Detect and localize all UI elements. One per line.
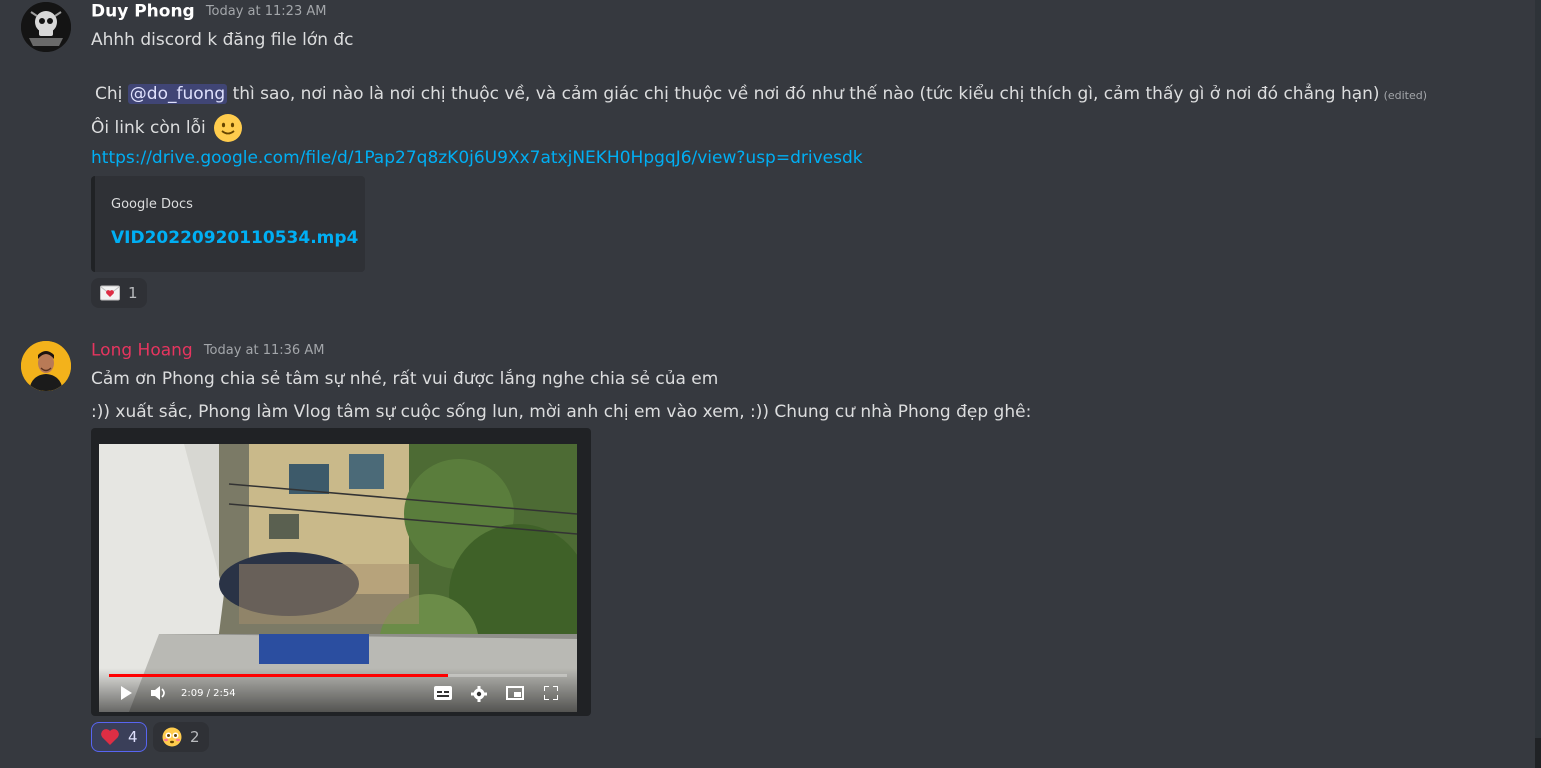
skull-avatar-icon xyxy=(21,2,71,52)
settings-gear-icon[interactable] xyxy=(471,686,487,702)
flushed-face-icon xyxy=(162,727,182,747)
reaction-heart[interactable]: 4 xyxy=(91,722,147,752)
username[interactable]: Duy Phong xyxy=(91,2,195,22)
chat-window: Duy Phong Today at 11:23 AM Ahhh discord… xyxy=(0,0,1541,768)
heart-icon xyxy=(101,729,119,745)
miniplayer-icon[interactable] xyxy=(506,686,524,700)
message-text: Ôi link còn lỗi xyxy=(91,113,243,143)
video-time: 2:09 / 2:54 xyxy=(181,688,236,699)
volume-icon[interactable] xyxy=(151,686,167,700)
video-controls: 2:09 / 2:54 xyxy=(99,668,577,712)
embed-title[interactable]: VID20220920110534.mp4 xyxy=(111,228,358,248)
link-embed: Google Docs VID20220920110534.mp4 xyxy=(91,176,365,272)
message-text: :)) xuất sắc, Phong làm Vlog tâm sự cuộc… xyxy=(91,402,1032,422)
scrollbar-thumb[interactable] xyxy=(1535,738,1541,768)
scrollbar[interactable] xyxy=(1535,0,1541,768)
video-progress-fill xyxy=(109,674,448,677)
user-mention[interactable]: @do_fuong xyxy=(127,84,228,104)
username[interactable]: Long Hoang xyxy=(91,341,193,361)
fullscreen-icon[interactable] xyxy=(544,686,558,700)
reaction-count: 4 xyxy=(128,728,138,746)
message-text-segment: thì sao, nơi nào là nơi chị thuộc về, và… xyxy=(227,84,1380,104)
play-icon[interactable] xyxy=(119,686,133,700)
love-letter-icon xyxy=(100,285,120,301)
video-player[interactable]: 2:09 / 2:54 xyxy=(91,428,591,716)
message-text: Cảm ơn Phong chia sẻ tâm sự nhé, rất vui… xyxy=(91,369,719,389)
video-frame[interactable]: 2:09 / 2:54 xyxy=(99,444,577,712)
reaction-count: 1 xyxy=(128,284,138,302)
avatar[interactable] xyxy=(21,341,71,391)
avatar[interactable] xyxy=(21,2,71,52)
timestamp: Today at 11:36 AM xyxy=(203,343,325,358)
subtitles-icon[interactable] xyxy=(434,686,452,700)
message-text-segment: Ôi link còn lỗi xyxy=(91,118,206,138)
message-long-hoang: Long Hoang Today at 11:36 AM Cảm ơn Phon… xyxy=(0,330,1530,760)
video-progress-bar[interactable] xyxy=(109,674,567,677)
message-duy-phong: Duy Phong Today at 11:23 AM Ahhh discord… xyxy=(0,0,1530,310)
slightly-smiling-face-icon[interactable] xyxy=(214,114,243,142)
timestamp: Today at 11:23 AM xyxy=(205,4,327,19)
message-text: Ahhh discord k đăng file lớn đc xyxy=(91,30,354,50)
drive-link[interactable]: https://drive.google.com/file/d/1Pap27q8… xyxy=(91,146,863,170)
reaction-count: 2 xyxy=(190,728,200,746)
reaction-flushed-face[interactable]: 2 xyxy=(153,722,209,752)
message-text: Chị @do_fuong thì sao, nơi nào là nơi ch… xyxy=(95,82,1427,108)
reaction-love-letter[interactable]: 1 xyxy=(91,278,147,308)
person-avatar-icon xyxy=(21,341,71,391)
edited-label: (edited) xyxy=(1383,89,1428,102)
message-text-segment: Chị xyxy=(95,84,128,104)
embed-provider[interactable]: Google Docs xyxy=(111,197,193,212)
